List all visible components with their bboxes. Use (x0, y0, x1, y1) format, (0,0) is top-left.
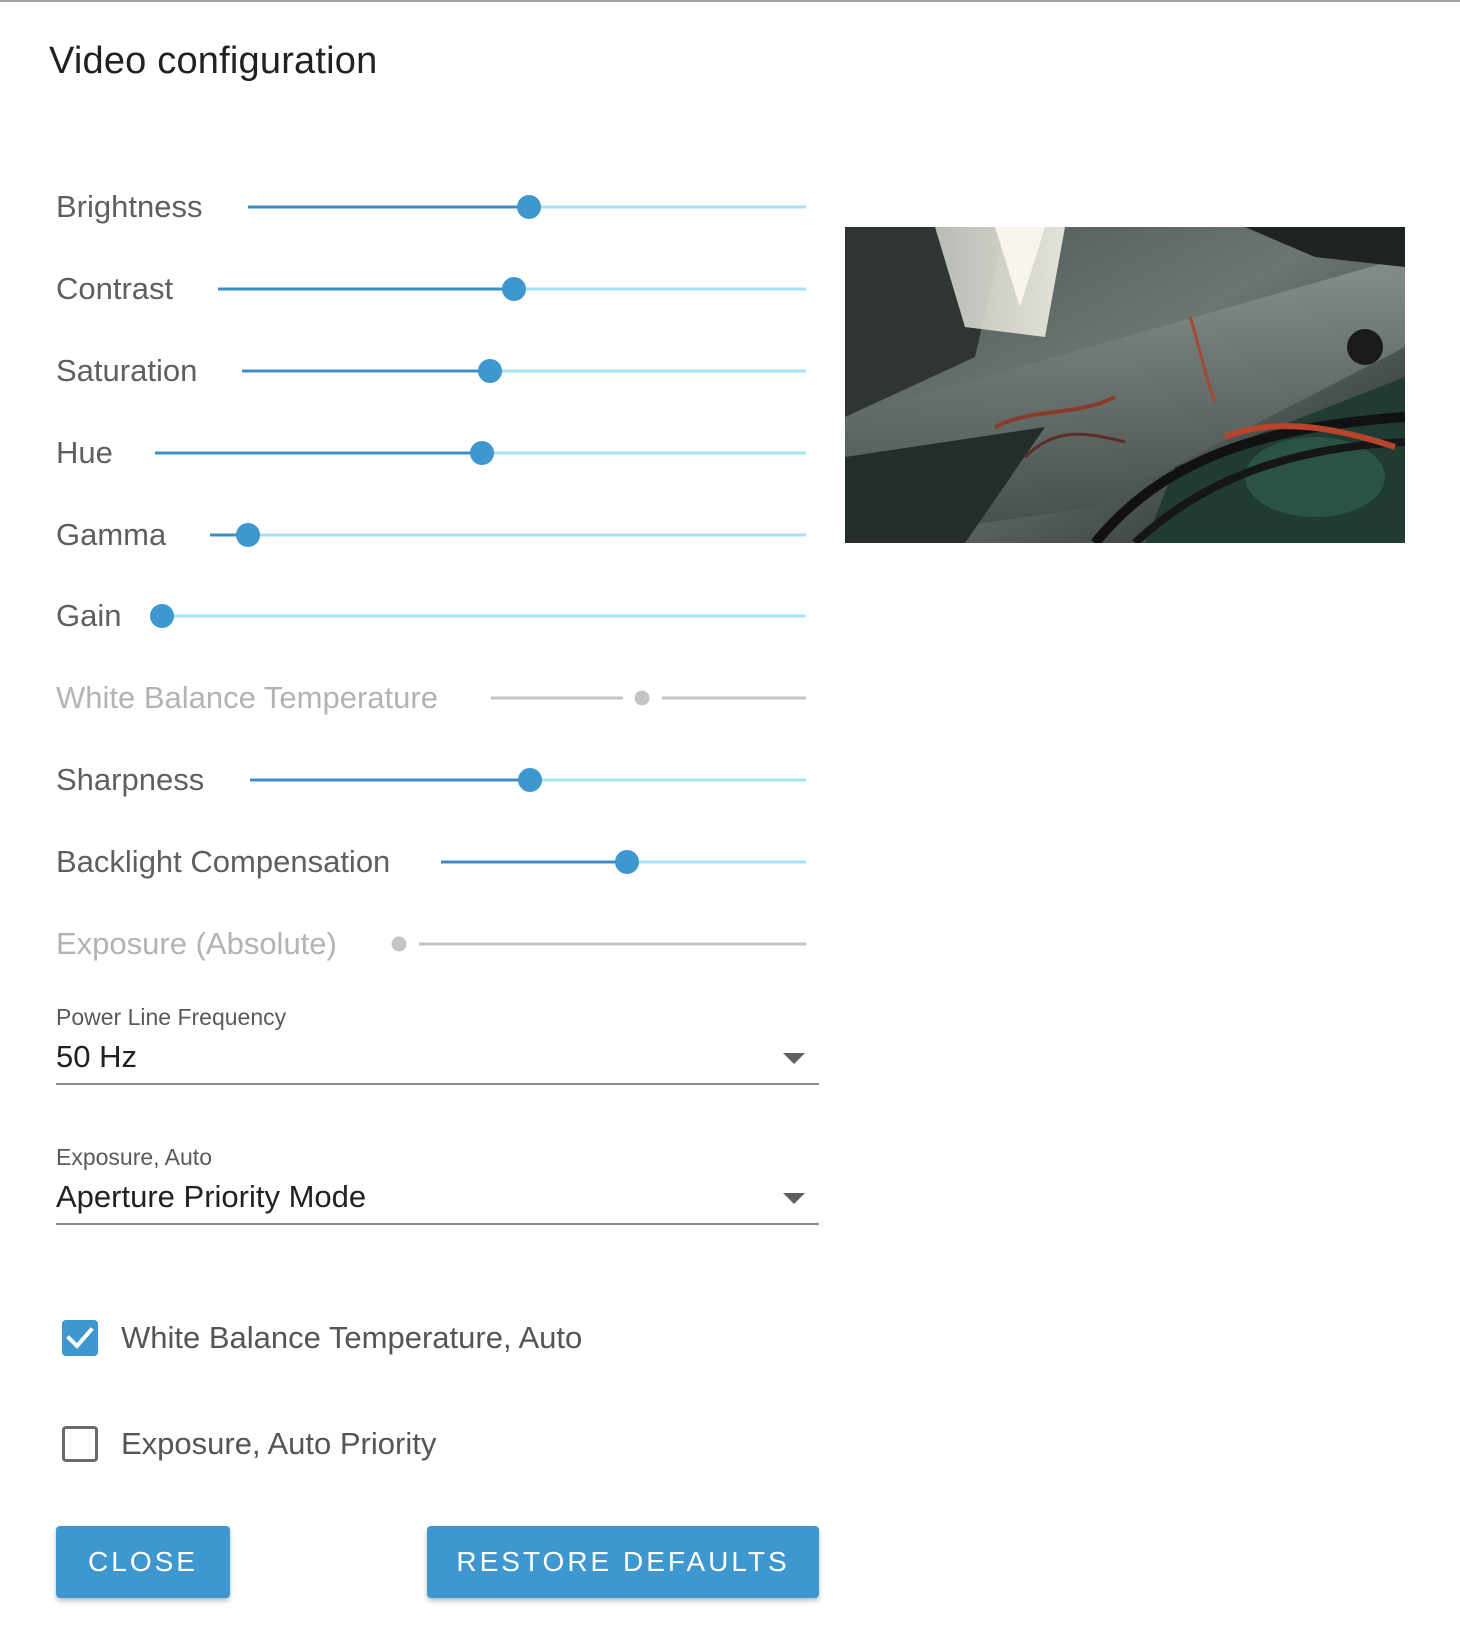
slider-thumb[interactable] (470, 441, 494, 465)
checkmark-icon (66, 1327, 94, 1349)
slider-track-rest (627, 860, 806, 864)
slider-track-fill (218, 287, 514, 291)
chevron-down-icon[interactable] (783, 1193, 805, 1204)
slider-contrast[interactable]: Contrast (56, 269, 806, 309)
select-value: 50 Hz (56, 1039, 137, 1074)
slider-gain[interactable]: Gain (56, 596, 806, 636)
slider-track-rest (482, 451, 806, 455)
slider-track-right (662, 696, 806, 700)
slider-exposure-absolute: Exposure (Absolute) (56, 924, 806, 964)
white-balance-auto-checkbox[interactable] (62, 1320, 98, 1356)
slider-track-left (491, 696, 623, 700)
slider-track (419, 942, 806, 946)
slider-brightness[interactable]: Brightness (56, 187, 806, 227)
slider-sharpness[interactable]: Sharpness (56, 760, 806, 800)
restore-defaults-button[interactable]: RESTORE DEFAULTS (427, 1526, 819, 1598)
slider-label: Hue (56, 435, 113, 470)
checkbox-label: White Balance Temperature, Auto (121, 1320, 583, 1355)
slider-label: Contrast (56, 271, 174, 306)
exposure-auto-priority-checkbox[interactable] (62, 1426, 98, 1462)
slider-label: Backlight Compensation (56, 844, 391, 879)
slider-thumb[interactable] (517, 195, 541, 219)
slider-label: Brightness (56, 189, 203, 224)
slider-track-rest (514, 287, 806, 291)
slider-label: White Balance Temperature (56, 680, 438, 715)
exposure-auto-priority-checkbox-row[interactable]: Exposure, Auto Priority (60, 1422, 660, 1466)
slider-thumb (391, 936, 407, 952)
slider-thumb[interactable] (615, 850, 639, 874)
slider-label: Exposure (Absolute) (56, 926, 337, 961)
slider-track-fill (242, 369, 490, 373)
slider-track-fill (155, 451, 482, 455)
select-caption: Exposure, Auto (56, 1144, 212, 1170)
slider-track-rest (162, 614, 806, 618)
checkbox-label: Exposure, Auto Priority (121, 1426, 437, 1461)
slider-thumb[interactable] (150, 604, 174, 628)
slider-gamma[interactable]: Gamma (56, 515, 806, 555)
slider-thumb (634, 690, 650, 706)
slider-hue[interactable]: Hue (56, 433, 806, 473)
select-caption: Power Line Frequency (56, 1004, 287, 1030)
slider-track-fill (250, 778, 530, 782)
close-button[interactable]: CLOSE (56, 1526, 230, 1598)
camera-preview-icon (845, 227, 1405, 543)
slider-track-fill (248, 205, 529, 209)
slider-track-fill (441, 860, 627, 864)
slider-label: Saturation (56, 353, 198, 388)
slider-track-rest (248, 533, 806, 537)
select-field[interactable]: 50 Hz (56, 1031, 819, 1085)
select-value: Aperture Priority Mode (56, 1179, 367, 1214)
slider-thumb[interactable] (518, 768, 542, 792)
slider-white-balance-temperature: White Balance Temperature (56, 678, 806, 718)
slider-track-rest (530, 778, 806, 782)
power-line-frequency-select[interactable]: Power Line Frequency 50 Hz (56, 1004, 819, 1085)
slider-thumb[interactable] (502, 277, 526, 301)
slider-track-rest (490, 369, 806, 373)
slider-track-rest (529, 205, 806, 209)
dialog-title: Video configuration (49, 40, 378, 82)
slider-saturation[interactable]: Saturation (56, 351, 806, 391)
select-field[interactable]: Aperture Priority Mode (56, 1171, 819, 1225)
exposure-auto-select[interactable]: Exposure, Auto Aperture Priority Mode (56, 1144, 819, 1225)
slider-label: Sharpness (56, 762, 205, 797)
slider-thumb[interactable] (478, 359, 502, 383)
video-configuration-dialog: Video configuration Brightness Contrast … (0, 0, 1460, 1652)
slider-backlight-compensation[interactable]: Backlight Compensation (56, 842, 806, 882)
white-balance-auto-checkbox-row[interactable]: White Balance Temperature, Auto (60, 1316, 660, 1360)
camera-preview-image (845, 227, 1405, 543)
slider-label: Gain (56, 598, 122, 633)
chevron-down-icon[interactable] (783, 1053, 805, 1064)
slider-label: Gamma (56, 517, 167, 552)
slider-thumb[interactable] (236, 523, 260, 547)
